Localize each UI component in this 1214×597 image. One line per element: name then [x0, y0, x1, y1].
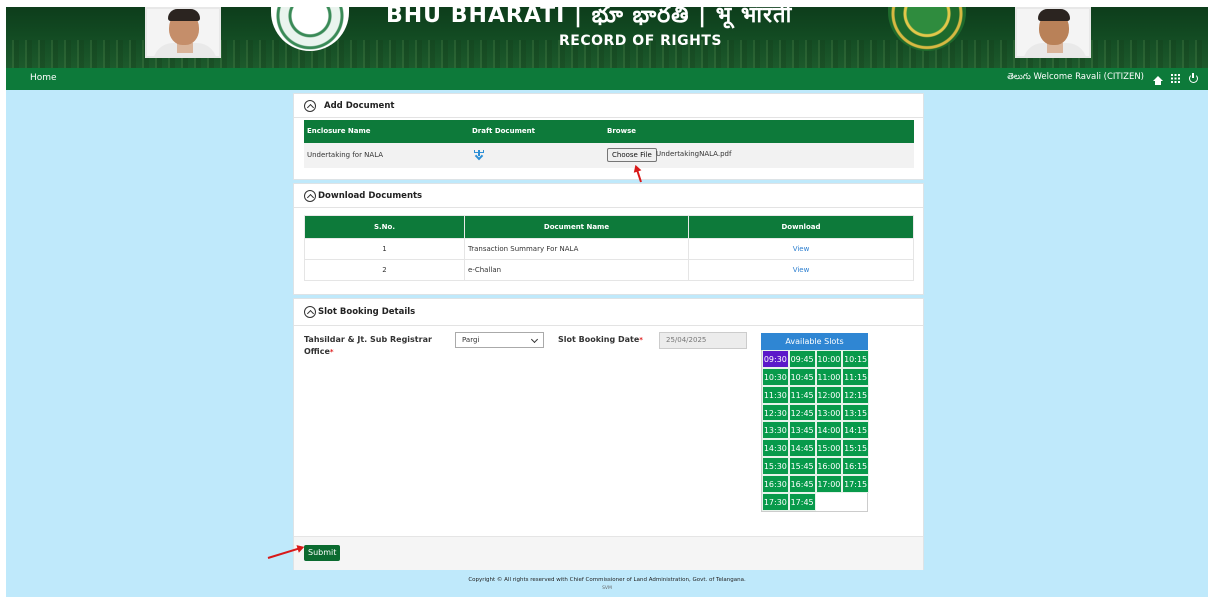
sno-cell: 1 — [304, 238, 465, 260]
add-document-panel: Add Document Enclosure Name Draft Docume… — [293, 93, 924, 180]
slot-1745[interactable]: 17:45 — [788, 492, 816, 511]
download-documents-table: S.No. Document Name Download 1 Transacti… — [304, 215, 914, 281]
slot-1445[interactable]: 14:45 — [788, 439, 816, 458]
copyright-sub: SVM — [602, 586, 612, 591]
download-cell: View — [688, 259, 914, 281]
table-row: 2 e-Challan View — [304, 259, 914, 281]
table-row: Undertaking for NALA Choose File Underta… — [304, 143, 914, 168]
user-name: Ravali (CITIZEN) — [1075, 72, 1144, 82]
slot-1030[interactable]: 10:30 — [762, 367, 789, 386]
slot-1145[interactable]: 11:45 — [788, 385, 816, 404]
slot-1230[interactable]: 12:30 — [762, 403, 789, 422]
slot-1645[interactable]: 16:45 — [788, 474, 816, 493]
table-header-row: S.No. Document Name Download — [304, 215, 914, 239]
document-name-cell: e-Challan — [464, 259, 689, 281]
choose-file-button[interactable]: Choose File — [607, 148, 657, 162]
slot-booking-panel: Slot Booking Details Tahsildar & Jt. Sub… — [293, 298, 924, 570]
banner-title-top: BHU BHARATI | భూ భారతి | भू भारती — [386, 7, 793, 28]
slot-1200[interactable]: 12:00 — [815, 385, 843, 404]
selected-file-name: UndertakingNALA.pdf — [656, 150, 732, 158]
office-select[interactable]: Pargi — [455, 332, 544, 348]
slot-1345[interactable]: 13:45 — [788, 421, 816, 440]
available-slots-header: Available Slots — [761, 333, 868, 350]
slot-1115[interactable]: 11:15 — [842, 367, 869, 386]
slot-1330[interactable]: 13:30 — [762, 421, 789, 440]
slot-1730[interactable]: 17:30 — [762, 492, 789, 511]
sno-cell: 2 — [304, 259, 465, 281]
add-document-header[interactable]: Add Document — [294, 94, 923, 118]
view-link[interactable]: View — [793, 245, 810, 253]
slot-1130[interactable]: 11:30 — [762, 385, 789, 404]
slot-1415[interactable]: 14:15 — [842, 421, 869, 440]
slot-date-label: Slot Booking Date* — [558, 335, 643, 344]
col-browse: Browse — [607, 127, 636, 135]
header-banner: BHU BHARATI | భూ భారతి | भू भारती RECORD… — [6, 7, 1208, 68]
table-row: 1 Transaction Summary For NALA View — [304, 238, 914, 260]
slot-booking-header[interactable]: Slot Booking Details — [294, 299, 923, 326]
view-link[interactable]: View — [793, 266, 810, 274]
download-documents-header[interactable]: Download Documents — [294, 184, 923, 208]
slot-1000[interactable]: 10:00 — [815, 350, 843, 368]
slot-grid: 09:30 09:45 10:00 10:15 10:30 10:45 11:00 11:15… — [761, 350, 869, 512]
enclosure-name-cell: Undertaking for NALA — [307, 151, 384, 159]
slot-1500[interactable]: 15:00 — [815, 439, 843, 458]
slot-1300[interactable]: 13:00 — [815, 403, 843, 422]
home-icon[interactable] — [1153, 74, 1163, 85]
slot-1545[interactable]: 15:45 — [788, 457, 816, 475]
slot-1700[interactable]: 17:00 — [815, 474, 843, 493]
col-download: Download — [688, 215, 914, 239]
available-slots: Available Slots 09:30 09:45 10:00 10:15 10:3… — [761, 333, 869, 512]
language-toggle[interactable]: తెలుగు Welcome Ravali (CITIZEN) — [1007, 72, 1144, 84]
welcome-text: Welcome — [1033, 72, 1073, 82]
slot-1015[interactable]: 10:15 — [842, 350, 869, 368]
power-logout-icon[interactable] — [1189, 72, 1198, 83]
collapse-toggle-icon[interactable] — [304, 306, 316, 318]
col-enclosure-name: Enclosure Name — [307, 127, 371, 135]
slot-1315[interactable]: 13:15 — [842, 403, 869, 422]
enclosure-table: Enclosure Name Draft Document Browse Und… — [304, 120, 914, 168]
document-name-cell: Transaction Summary For NALA — [464, 238, 689, 260]
slot-0930[interactable]: 09:30 — [762, 350, 789, 368]
slot-1215[interactable]: 12:15 — [842, 385, 869, 404]
top-navbar: Home తెలుగు Welcome Ravali (CITIZEN) — [6, 68, 1208, 90]
office-label: Tahsildar & Jt. Sub Registrar Office* — [304, 335, 432, 356]
slot-1045[interactable]: 10:45 — [788, 367, 816, 386]
slot-1530[interactable]: 15:30 — [762, 457, 789, 475]
col-sno: S.No. — [304, 215, 465, 239]
collapse-toggle-icon[interactable] — [304, 99, 316, 112]
slot-1600[interactable]: 16:00 — [815, 457, 843, 475]
slot-0945[interactable]: 09:45 — [788, 350, 816, 368]
collapse-toggle-icon[interactable] — [304, 189, 316, 202]
slot-1100[interactable]: 11:00 — [815, 367, 843, 386]
portrait-left — [145, 7, 221, 58]
slot-1400[interactable]: 14:00 — [815, 421, 843, 440]
banner-title: RECORD OF RIGHTS — [559, 33, 722, 49]
slot-1515[interactable]: 15:15 — [842, 439, 869, 458]
slot-1430[interactable]: 14:30 — [762, 439, 789, 458]
enclosure-table-header: Enclosure Name Draft Document Browse — [304, 120, 914, 143]
grid-menu-icon[interactable] — [1171, 73, 1180, 83]
slot-date-input[interactable]: 25/04/2025 — [659, 332, 747, 349]
download-icon-tray — [474, 150, 484, 153]
page-background: BHU BHARATI | భూ భారతి | भू भारती RECORD… — [6, 7, 1208, 597]
slot-1630[interactable]: 16:30 — [762, 474, 789, 493]
download-cell: View — [688, 238, 914, 260]
slot-1245[interactable]: 12:45 — [788, 403, 816, 422]
download-documents-panel: Download Documents S.No. Document Name D… — [293, 183, 924, 295]
required-marker: * — [329, 348, 334, 356]
panel-footer: Submit — [294, 536, 923, 570]
submit-button[interactable]: Submit — [304, 545, 341, 561]
nav-right-group: తెలుగు Welcome Ravali (CITIZEN) — [1007, 72, 1198, 85]
required-marker: * — [639, 336, 643, 344]
portrait-right — [1015, 7, 1091, 58]
slot-1715[interactable]: 17:15 — [842, 474, 869, 493]
nav-home-link[interactable]: Home — [30, 73, 57, 83]
col-document-name: Document Name — [464, 215, 689, 239]
copyright-text: Copyright © All rights reserved with Chi… — [468, 577, 746, 583]
slot-1615[interactable]: 16:15 — [842, 457, 869, 475]
col-draft-document: Draft Document — [472, 127, 535, 135]
